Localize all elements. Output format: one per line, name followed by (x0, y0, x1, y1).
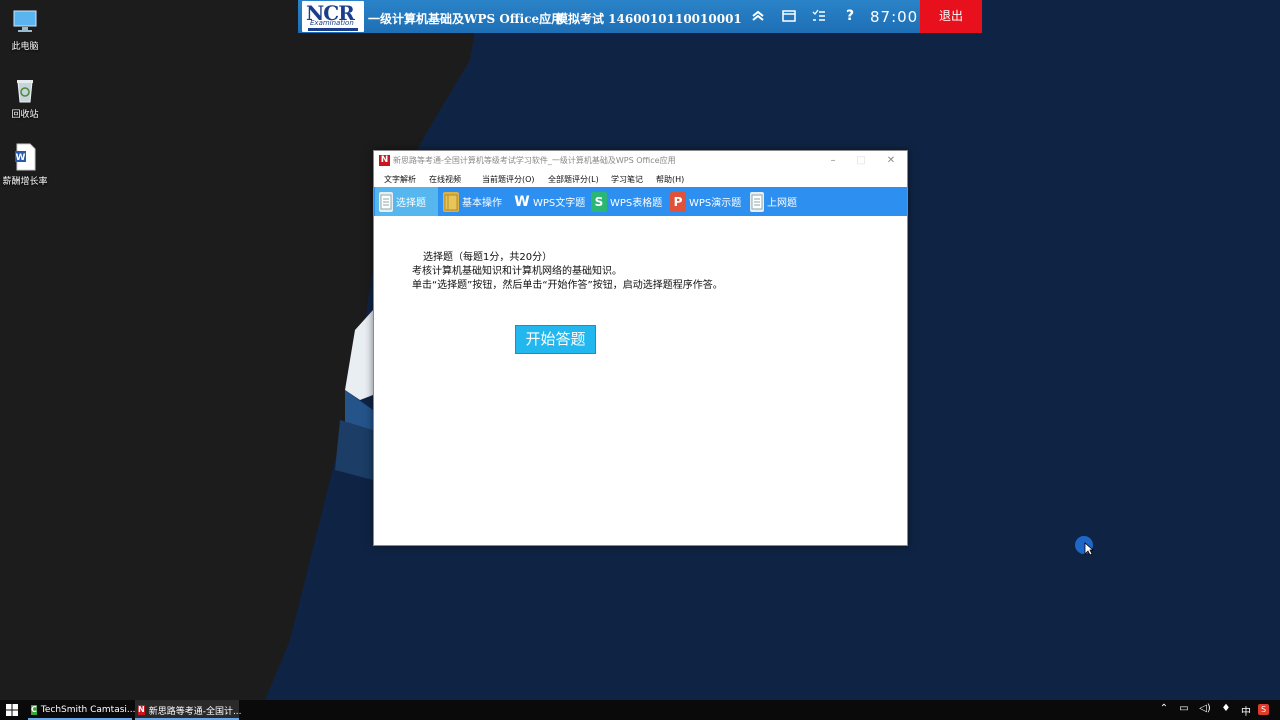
tab-wps-writer[interactable]: W WPS文字题 (510, 187, 586, 216)
windows-start-icon[interactable] (6, 704, 18, 716)
taskbar-app-label: TechSmith Camtasi... (40, 705, 136, 715)
tab-wps-presentation[interactable]: P WPS演示题 (666, 187, 744, 216)
help-icon[interactable]: ? (841, 7, 859, 25)
section-heading: 选择题（每题1分，共20分） (423, 252, 553, 263)
tab-label: 选择题 (396, 198, 426, 209)
svg-text:W: W (16, 153, 26, 163)
choice-doc-icon (379, 191, 393, 212)
window-title: 新思路等考通-全国计算机等级考试学习软件_一级计算机基础及WPS Office应… (393, 156, 676, 165)
section-description: 考核计算机基础知识和计算机网络的基础知识。 (412, 266, 622, 277)
tab-label: 基本操作 (462, 198, 502, 209)
tab-choice-questions[interactable]: 选择题 (375, 187, 438, 216)
menu-item-score-all[interactable]: 全部题评分(L) (548, 174, 599, 185)
desktop-icon-label: 薪酬增长率 (2, 177, 48, 187)
desktop-icon-this-pc[interactable]: 此电脑 (0, 8, 55, 52)
exam-timer: 87:00 (870, 8, 919, 26)
section-instructions: 单击“选择题”按钮，然后单击“开始作答”按钮，启动选择题程序作答。 (412, 280, 723, 291)
start-answering-button[interactable]: 开始答题 (515, 325, 596, 354)
question-list-icon[interactable] (810, 7, 828, 25)
taskbar-app-exam[interactable]: N 新思路等考通-全国计... (135, 700, 242, 720)
menu-item-text-analysis[interactable]: 文字解析 (384, 174, 416, 185)
tab-basic-operations[interactable]: 基本操作 (439, 187, 509, 216)
minimize-icon[interactable]: – (826, 154, 840, 168)
taskbar-app-label: 新思路等考通-全国计... (148, 706, 242, 717)
app-window: N 新思路等考通-全国计算机等级考试学习软件_一级计算机基础及WPS Offic… (373, 150, 908, 546)
app-n-icon: N (138, 705, 145, 715)
computer-icon (11, 8, 39, 36)
sogou-input-icon[interactable]: S (1258, 704, 1269, 715)
folder-icon (443, 191, 459, 212)
taskbar-app-camtasia[interactable]: C TechSmith Camtasi... (28, 700, 136, 720)
exam-id: 模拟考试 1460010110010001 (556, 12, 742, 26)
mouse-cursor-icon (1084, 542, 1094, 556)
camtasia-icon: C (31, 705, 37, 715)
desktop-icon-label: 此电脑 (11, 42, 39, 52)
exam-logo: NCR Examination (302, 1, 364, 32)
exam-top-bar: NCR Examination 一级计算机基础及WPS Office应用 模拟考… (298, 0, 982, 33)
chevron-up-icon[interactable]: ⌃ (1157, 703, 1171, 714)
tab-wps-spreadsheet[interactable]: S WPS表格题 (587, 187, 663, 216)
wps-spreadsheet-icon: S (591, 191, 607, 212)
collapse-icon[interactable] (749, 7, 767, 25)
recycle-bin-icon (11, 76, 39, 104)
menu-item-score-current[interactable]: 当前题评分(O) (482, 174, 535, 185)
word-document-icon: W (11, 143, 39, 171)
question-info-panel: 选择题（每题1分，共20分） 考核计算机基础知识和计算机网络的基础知识。 单击“… (374, 217, 907, 545)
tab-label: WPS表格题 (610, 198, 663, 209)
microphone-icon[interactable]: ♦ (1219, 703, 1233, 714)
menu-item-study-notes[interactable]: 学习笔记 (611, 174, 643, 185)
desktop-icon-label: 回收站 (11, 110, 39, 120)
maximize-icon[interactable]: □ (854, 154, 868, 168)
wps-presentation-icon: P (670, 191, 686, 212)
internet-doc-icon (750, 191, 764, 212)
app-n-icon: N (379, 155, 390, 166)
wps-writer-icon: W (514, 193, 530, 210)
tab-label: WPS演示题 (689, 198, 742, 209)
desktop-icon-recycle-bin[interactable]: 回收站 (0, 76, 55, 120)
network-icon[interactable]: ▭ (1177, 703, 1191, 714)
menu-item-online-video[interactable]: 在线视频 (429, 174, 461, 185)
window-titlebar[interactable]: N 新思路等考通-全国计算机等级考试学习软件_一级计算机基础及WPS Offic… (374, 151, 907, 171)
desktop-icon-document[interactable]: W 薪酬增长率 (0, 143, 55, 187)
menu-bar: 文字解析 在线视频 当前题评分(O) 全部题评分(L) 学习笔记 帮助(H) (374, 172, 907, 187)
window-icon[interactable] (780, 7, 798, 25)
question-type-toolbar: 选择题 基本操作 W WPS文字题 S WPS表格题 P WPS演示题 上网题 (374, 187, 907, 216)
volume-icon[interactable]: ◁) (1198, 703, 1212, 714)
menu-item-help[interactable]: 帮助(H) (656, 174, 684, 185)
taskbar: C TechSmith Camtasi... N 新思路等考通-全国计... ⌃… (0, 700, 1280, 720)
tab-label: 上网题 (767, 198, 797, 209)
tab-label: WPS文字题 (533, 198, 586, 209)
exam-title: 一级计算机基础及WPS Office应用 (368, 12, 564, 26)
ime-indicator[interactable]: 中 (1239, 703, 1253, 718)
close-icon[interactable]: ✕ (884, 154, 898, 168)
exit-button[interactable]: 退出 (920, 0, 982, 33)
logo-subtext: Examination (310, 19, 354, 27)
tab-internet[interactable]: 上网题 (746, 187, 806, 216)
